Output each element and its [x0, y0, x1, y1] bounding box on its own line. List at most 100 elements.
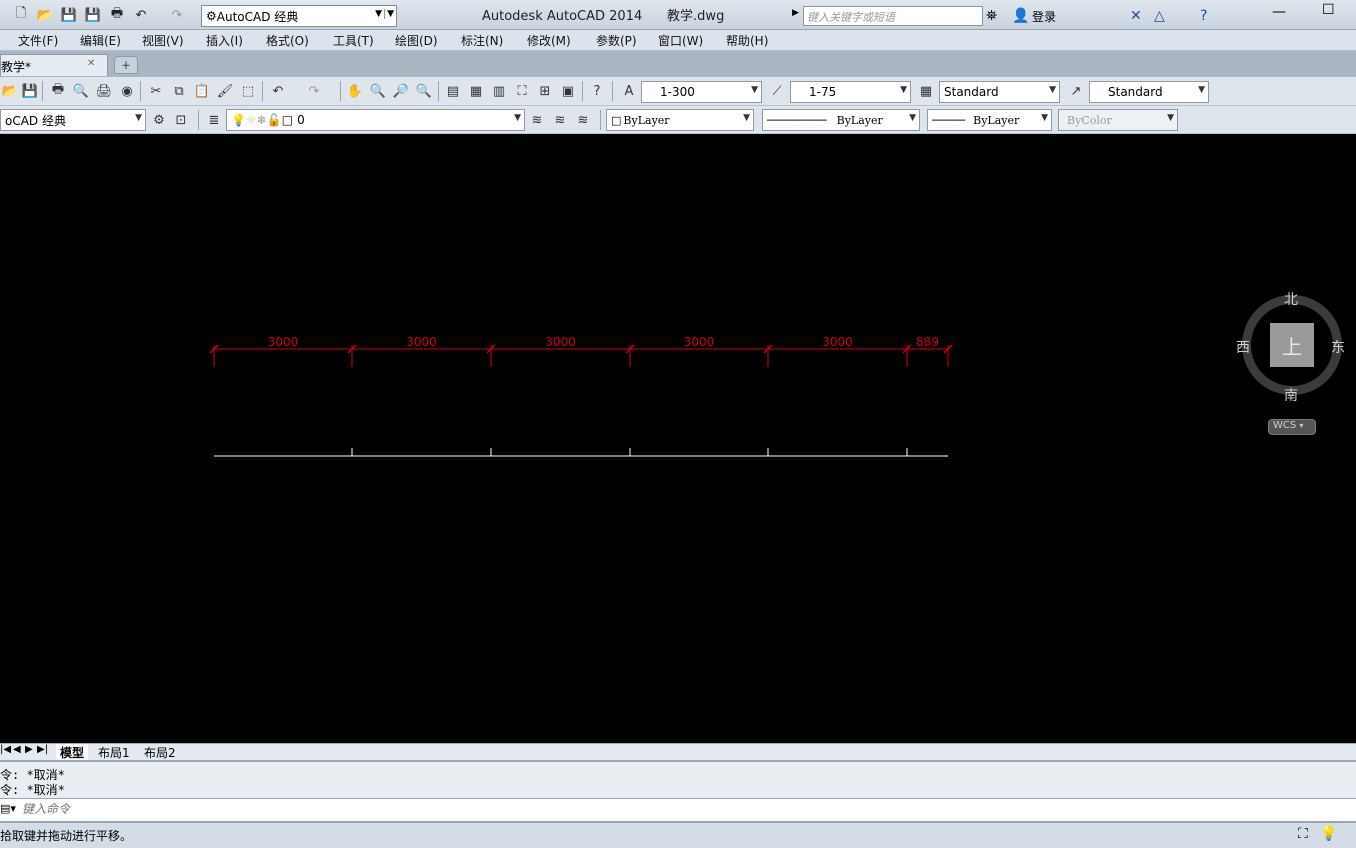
markup-icon[interactable]: ⊞	[535, 81, 555, 101]
workspace-select[interactable]: ⚙ AutoCAD 经典 ▼ ▼	[201, 5, 397, 27]
menu-view[interactable]: 视图(V)	[142, 32, 184, 49]
tab-nav-first-icon[interactable]: |◀	[0, 744, 11, 755]
separator	[140, 81, 141, 101]
zoom-realtime-icon[interactable]: 🔍	[368, 81, 388, 101]
workspace-select-2[interactable]: oCAD 经典 ▼	[0, 109, 146, 131]
layer-previous-icon[interactable]: ≋	[550, 110, 570, 130]
drawing-canvas[interactable]: 3000 3000 3000 3000 3000 889 北 南 东 西 上 WCS ▾	[0, 137, 1356, 743]
menu-draw[interactable]: 绘图(D)	[395, 32, 438, 49]
tab-nav-prev-icon[interactable]: ◀	[13, 744, 21, 755]
copy-icon[interactable]: ⧉	[169, 81, 189, 101]
menu-file[interactable]: 文件(F)	[18, 32, 58, 49]
minimize-button[interactable]: —	[1272, 4, 1286, 20]
close-icon[interactable]: ✕	[87, 58, 95, 69]
undo-icon[interactable]: ↶	[132, 7, 150, 23]
annotation-monitor-icon[interactable]: ⛶	[1298, 826, 1308, 842]
menu-parametric[interactable]: 参数(P)	[596, 32, 637, 49]
menu-modify[interactable]: 修改(M)	[527, 32, 571, 49]
tab-layout2[interactable]: 布局2	[144, 744, 176, 761]
save-icon[interactable]: 💾	[20, 81, 40, 101]
layer-select[interactable]: 💡 ☼ ❄ 🔓 □ 0 ▼	[226, 109, 525, 131]
binoculars-icon[interactable]: ⛯	[986, 8, 997, 24]
zoom-previous-icon[interactable]: 🔍	[414, 81, 434, 101]
redo-icon[interactable]: ↷	[304, 81, 324, 101]
match-properties-icon[interactable]: 🖌	[215, 81, 235, 101]
wcs-menu[interactable]: WCS ▾	[1268, 419, 1316, 435]
paste-icon[interactable]: 📋	[192, 81, 212, 101]
tab-model[interactable]: 模型	[56, 744, 89, 761]
user-icon[interactable]: 👤	[1012, 8, 1029, 24]
text-style-select[interactable]: Standard ▼	[939, 81, 1060, 103]
text-scale-select[interactable]: 1-300 ▼	[641, 81, 762, 103]
color-select[interactable]: □ ByLayer ▼	[606, 109, 754, 131]
tool-palettes-icon[interactable]: ▥	[489, 81, 509, 101]
compass-south[interactable]: 南	[1284, 385, 1298, 405]
3d-dwf-icon[interactable]: ◉	[117, 81, 137, 101]
save-as-icon[interactable]: 💾	[84, 7, 102, 23]
tab-nav-next-icon[interactable]: ▶	[25, 744, 33, 755]
exchange-icon[interactable]: ✕	[1130, 8, 1142, 24]
table-style-select[interactable]: Standard ▼	[1089, 81, 1209, 103]
layer-properties-icon[interactable]: ≣	[204, 110, 224, 130]
gear-icon[interactable]: ⚙	[149, 110, 169, 130]
bulb-icon[interactable]: 💡	[1320, 826, 1337, 842]
compass-east[interactable]: 东	[1331, 337, 1345, 357]
command-menu-icon[interactable]: ▤▾	[0, 802, 16, 815]
plot-preview-icon[interactable]: 🔍	[71, 81, 91, 101]
block-editor-icon[interactable]: ⬚	[238, 81, 258, 101]
layer-state-icon[interactable]: ≋	[573, 110, 593, 130]
sheet-set-icon[interactable]: ⛶	[512, 81, 532, 101]
print-icon[interactable]: 🖶	[108, 6, 126, 23]
help-icon[interactable]: ?	[1200, 8, 1207, 24]
new-tab-button[interactable]: ＋	[114, 56, 138, 74]
undo-icon[interactable]: ↶	[268, 81, 288, 101]
dimension-style-icon[interactable]: ⟋	[767, 81, 787, 101]
new-icon[interactable]: 🗋	[12, 6, 30, 23]
menu-tools[interactable]: 工具(T)	[333, 32, 374, 49]
plot-icon[interactable]: 🖶	[48, 81, 68, 101]
table-style-icon[interactable]: ▦	[916, 81, 936, 101]
menu-edit[interactable]: 编辑(E)	[80, 32, 121, 49]
annotation-scale-select[interactable]: 1-75 ▼	[790, 81, 911, 103]
viewcube[interactable]: 北 南 东 西 上 WCS ▾	[1236, 287, 1348, 437]
menu-dimension[interactable]: 标注(N)	[461, 32, 503, 49]
compass-west[interactable]: 西	[1236, 337, 1250, 357]
tab-layout1[interactable]: 布局1	[98, 744, 130, 761]
search-expand-icon[interactable]: ▶	[792, 8, 799, 18]
signin-button[interactable]: 登录	[1032, 8, 1056, 25]
menu-help[interactable]: 帮助(H)	[726, 32, 768, 49]
command-input[interactable]	[22, 802, 1222, 816]
text-style-icon[interactable]: A	[619, 81, 639, 101]
document-tab[interactable]: 教学* ✕	[0, 54, 108, 76]
separator	[42, 81, 43, 101]
properties-icon[interactable]: ▤	[443, 81, 463, 101]
customize-icon[interactable]: ⊡	[171, 110, 191, 130]
chevron-down-icon: ▼	[751, 85, 758, 95]
zoom-window-icon[interactable]: 🔎	[391, 81, 411, 101]
tab-nav-last-icon[interactable]: ▶|	[37, 744, 48, 755]
make-current-icon[interactable]: ≋	[527, 110, 547, 130]
menu-window[interactable]: 窗口(W)	[658, 32, 703, 49]
linetype-select[interactable]: ───────── ByLayer ▼	[762, 109, 920, 131]
separator	[340, 81, 341, 101]
a360-icon[interactable]: △	[1154, 8, 1165, 24]
save-icon[interactable]: 💾	[60, 7, 78, 23]
publish-icon[interactable]: 🖨	[94, 81, 114, 101]
multileader-style-icon[interactable]: ↗	[1066, 81, 1086, 101]
open-icon[interactable]: 📂	[36, 7, 54, 23]
plotstyle-select[interactable]: ByColor ▼	[1058, 109, 1178, 131]
menu-format[interactable]: 格式(O)	[266, 32, 309, 49]
compass-north[interactable]: 北	[1284, 289, 1298, 309]
cut-icon[interactable]: ✂	[146, 81, 166, 101]
pan-icon[interactable]: ✋	[345, 81, 365, 101]
viewcube-top-face[interactable]: 上	[1270, 323, 1314, 367]
calculator-icon[interactable]: ▣	[558, 81, 578, 101]
open-icon[interactable]: 📂	[0, 81, 20, 101]
search-input[interactable]: 键入关键字或短语	[803, 6, 983, 26]
menu-insert[interactable]: 插入(I)	[206, 32, 243, 49]
help-icon[interactable]: ?	[587, 81, 607, 101]
design-center-icon[interactable]: ▦	[466, 81, 486, 101]
maximize-button[interactable]: ☐	[1322, 2, 1335, 18]
lineweight-select[interactable]: ───── ByLayer ▼	[927, 109, 1052, 131]
redo-icon[interactable]: ↷	[168, 7, 186, 23]
